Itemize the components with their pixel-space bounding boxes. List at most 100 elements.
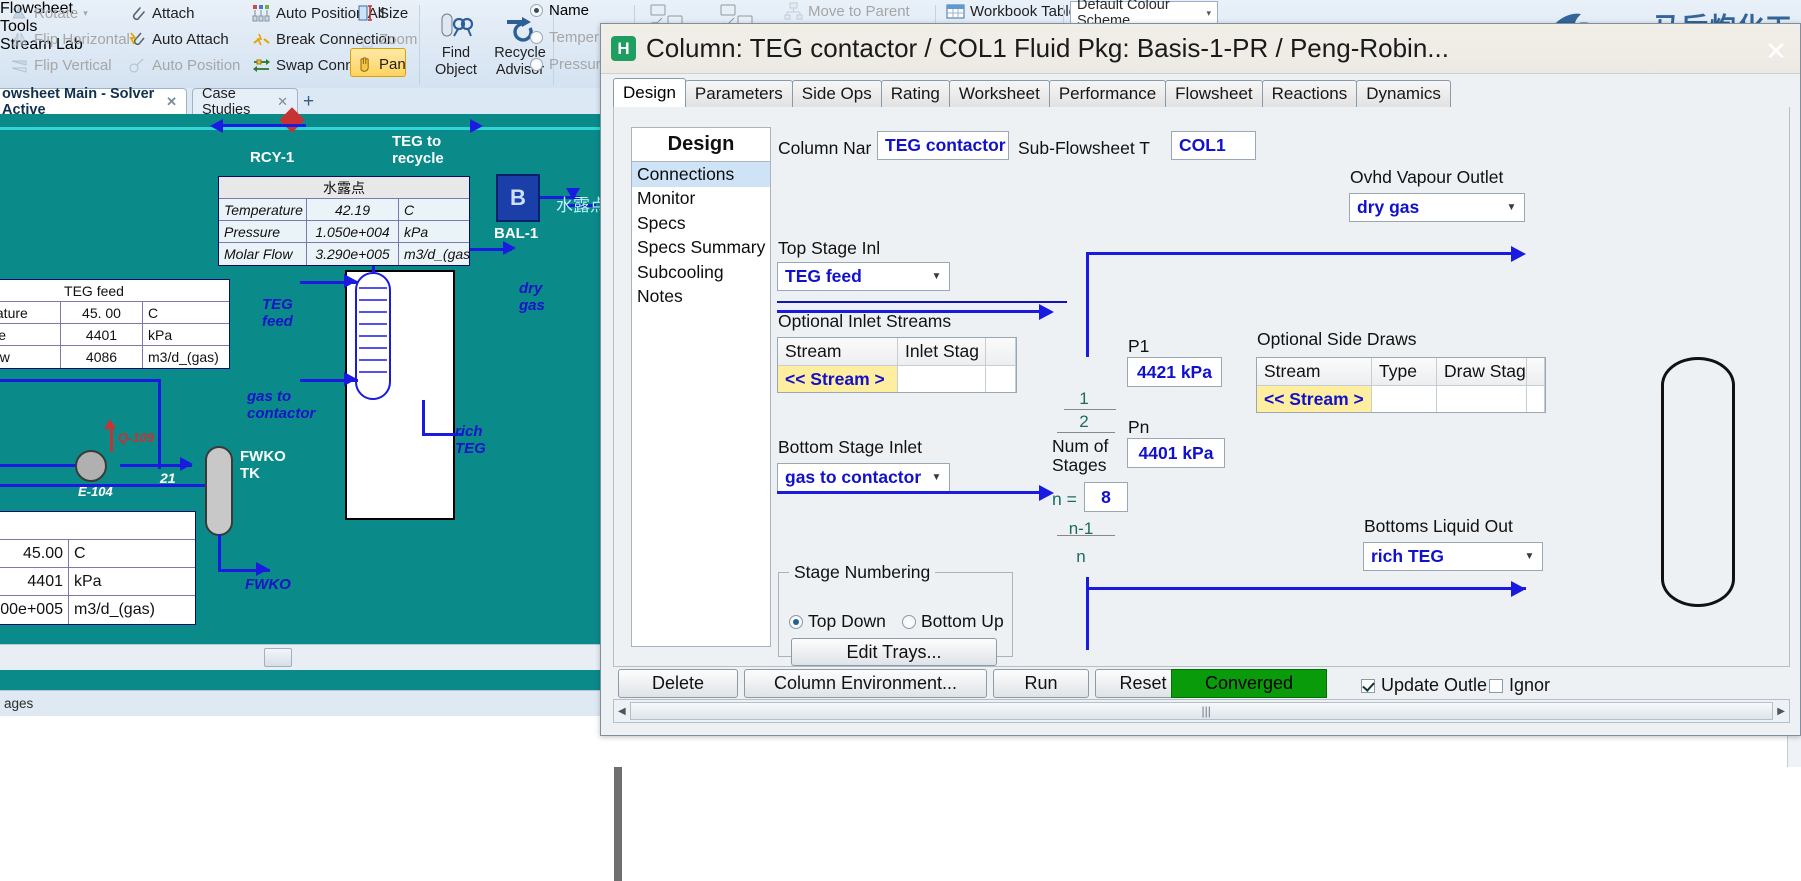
bottom-stage-inlet-combo[interactable]: gas to contactor ▼ [777, 463, 950, 492]
stream21-table[interactable]: 21 45.00 C 4401 kPa 3.300e+005 m3/d_(gas… [0, 511, 196, 625]
add-tab-button[interactable]: + [303, 91, 314, 113]
bal-1-icon[interactable]: B [496, 174, 540, 222]
num-stages-input[interactable]: 8 [1084, 482, 1128, 512]
close-icon[interactable]: ✕ [166, 94, 177, 110]
tab-reactions[interactable]: Reactions [1261, 80, 1358, 107]
optional-side-draws-grid[interactable]: Stream Type Draw Stag << Stream > [1256, 357, 1546, 413]
radio-bottom-up[interactable]: Bottom Up [902, 611, 1004, 632]
scroll-right-icon[interactable]: ▶ [1777, 706, 1785, 717]
run-button[interactable]: Run [993, 669, 1089, 698]
tab-side-ops[interactable]: Side Ops [791, 80, 882, 107]
tab-dynamics[interactable]: Dynamics [1356, 80, 1451, 107]
ribbon-auto-position[interactable]: Auto Position [128, 56, 240, 75]
teg-feed-table[interactable]: TEG feed mperature 45. 00 C essure 4401 … [0, 279, 230, 369]
sidebar-item-specs-summary[interactable]: Specs Summary [632, 236, 770, 261]
ribbon-move-to-parent[interactable]: Move to Parent [784, 2, 910, 21]
bottoms-liquid-outlet-combo[interactable]: rich TEG ▼ [1363, 542, 1543, 571]
cell-new-stream[interactable]: << Stream > [1257, 386, 1372, 412]
tab-performance[interactable]: Performance [1048, 80, 1167, 107]
stream-label-temperature[interactable]: Temper [530, 29, 599, 46]
e-104-icon[interactable] [75, 450, 107, 482]
tab-design[interactable]: Design [613, 78, 686, 107]
edit-trays-button[interactable]: Edit Trays... [791, 638, 997, 666]
fwko-tk-icon[interactable] [205, 446, 233, 536]
table-row[interactable]: << Stream > [778, 365, 1016, 392]
chevron-down-icon[interactable]: ▼ [928, 263, 945, 290]
ribbon-flip-horizontal[interactable]: Flip Horizontal [10, 30, 130, 49]
sub-flowsheet-input[interactable]: COL1 [1171, 131, 1256, 160]
flowsheet-hscrollbar[interactable] [0, 644, 620, 670]
table-row[interactable]: << Stream > [1257, 385, 1545, 412]
auto-position-icon [128, 56, 147, 75]
top-stage-inlet-combo[interactable]: TEG feed ▼ [777, 262, 950, 291]
ribbon-auto-attach[interactable]: Auto Attach [128, 30, 229, 49]
close-icon[interactable]: ✕ [1760, 36, 1792, 67]
doctab-flowsheet-main[interactable]: owsheet Main - Solver Active ✕ [0, 86, 187, 118]
dialog-hscrollbar[interactable]: ◀ ||| ▶ [613, 699, 1790, 723]
scroll-left-icon[interactable]: ◀ [618, 706, 626, 717]
sidebar-item-monitor[interactable]: Monitor [632, 187, 770, 212]
column-name-input[interactable]: TEG contactor [877, 131, 1009, 160]
dewpoint-val-1: 1.050e+004 [307, 221, 399, 242]
table-row: 45.00 C [0, 540, 195, 568]
radio-bottom-up-icon [902, 614, 916, 629]
cell-blank[interactable] [986, 366, 1016, 392]
sidebar-item-specs[interactable]: Specs [632, 211, 770, 236]
dialog-hscroll-grip[interactable]: ||| [1202, 704, 1211, 718]
stream-label-pressure[interactable]: Pressur [530, 56, 601, 73]
column-name-value: TEG contactor [885, 135, 1006, 155]
delete-button[interactable]: Delete [618, 669, 738, 698]
design-nav-panel[interactable]: Design Connections Monitor Specs Specs S… [631, 127, 771, 647]
tab-parameters[interactable]: Parameters [684, 80, 793, 107]
label-rcy-1: RCY-1 [250, 149, 295, 166]
sidebar-item-notes[interactable]: Notes [632, 285, 770, 310]
label-teg-feed-fs: TEG feed [262, 296, 293, 330]
cell-inlet-stage[interactable] [898, 366, 986, 392]
ribbon-find-object[interactable]: Find Object [424, 8, 488, 78]
dialog-title-text: Column: TEG contactor / COL1 Fluid Pkg: … [646, 33, 1449, 63]
chevron-down-icon[interactable]: ▼ [1521, 543, 1538, 570]
flowsheet-hscroll-thumb[interactable] [264, 648, 292, 667]
cell-blank[interactable] [1527, 386, 1545, 412]
sidebar-item-connections[interactable]: Connections [632, 162, 770, 187]
dewpoint-table[interactable]: 水露点 Temperature 42.19 C Pressure 1.050e+… [218, 176, 470, 266]
colour-scheme-combo[interactable]: Default Colour Scheme ▾ [1070, 0, 1218, 29]
optional-inlet-streams-grid[interactable]: Stream Inlet Stag << Stream > [777, 337, 1017, 393]
p1-input[interactable]: 4421 kPa [1127, 357, 1222, 387]
sidebar-item-label: Specs [637, 212, 686, 233]
cell-type[interactable] [1372, 386, 1437, 412]
update-outlets-checkbox[interactable]: Update Outle [1361, 675, 1487, 696]
stream-label-name[interactable]: Name [530, 2, 589, 19]
ribbon-size[interactable]: Size [355, 4, 408, 23]
column-name-label: Column Nar [778, 138, 872, 158]
cell-draw-stage[interactable] [1437, 386, 1527, 412]
top-stage-divider [777, 301, 1067, 303]
arrow-line-top-inlet [777, 310, 1043, 313]
chevron-down-icon[interactable]: ▼ [1503, 194, 1520, 221]
sidebar-item-subcooling[interactable]: Subcooling [632, 260, 770, 285]
tab-worksheet[interactable]: Worksheet [948, 80, 1050, 107]
attach-icon [128, 4, 147, 23]
ribbon-zoom[interactable]: Zoom [355, 30, 417, 49]
ribbon-pan-inner[interactable]: Pan [355, 55, 406, 74]
close-icon[interactable]: ✕ [277, 94, 288, 110]
ignore-checkbox[interactable]: Ignor [1489, 675, 1550, 696]
tab-rating[interactable]: Rating [880, 80, 950, 107]
column-environment-button[interactable]: Column Environment... [744, 669, 987, 698]
chevron-down-icon[interactable]: ▼ [928, 464, 945, 491]
ribbon-flip-vertical-label: Flip Vertical [34, 57, 112, 74]
doctab-case-studies[interactable]: Case Studies ✕ [192, 86, 298, 118]
cell-new-stream[interactable]: << Stream > [778, 366, 898, 392]
pn-value: 4401 kPa [1138, 442, 1214, 463]
label-q-109: Q-109 [118, 430, 155, 445]
radio-top-down-icon [789, 614, 803, 629]
pn-input[interactable]: 4401 kPa [1127, 438, 1225, 468]
ribbon-rotate[interactable]: Rotate ▾ [10, 4, 88, 23]
ovhd-vapour-outlet-combo[interactable]: dry gas ▼ [1349, 193, 1525, 222]
teg-feed-unit-0: C [148, 304, 159, 321]
ribbon-attach[interactable]: Attach [128, 4, 195, 23]
ribbon-flip-vertical[interactable]: Flip Vertical [10, 56, 112, 75]
radio-top-down[interactable]: Top Down [789, 611, 886, 632]
tab-flowsheet[interactable]: Flowsheet [1165, 80, 1263, 107]
column-dialog[interactable]: H Column: TEG contactor / COL1 Fluid Pkg… [600, 23, 1801, 736]
